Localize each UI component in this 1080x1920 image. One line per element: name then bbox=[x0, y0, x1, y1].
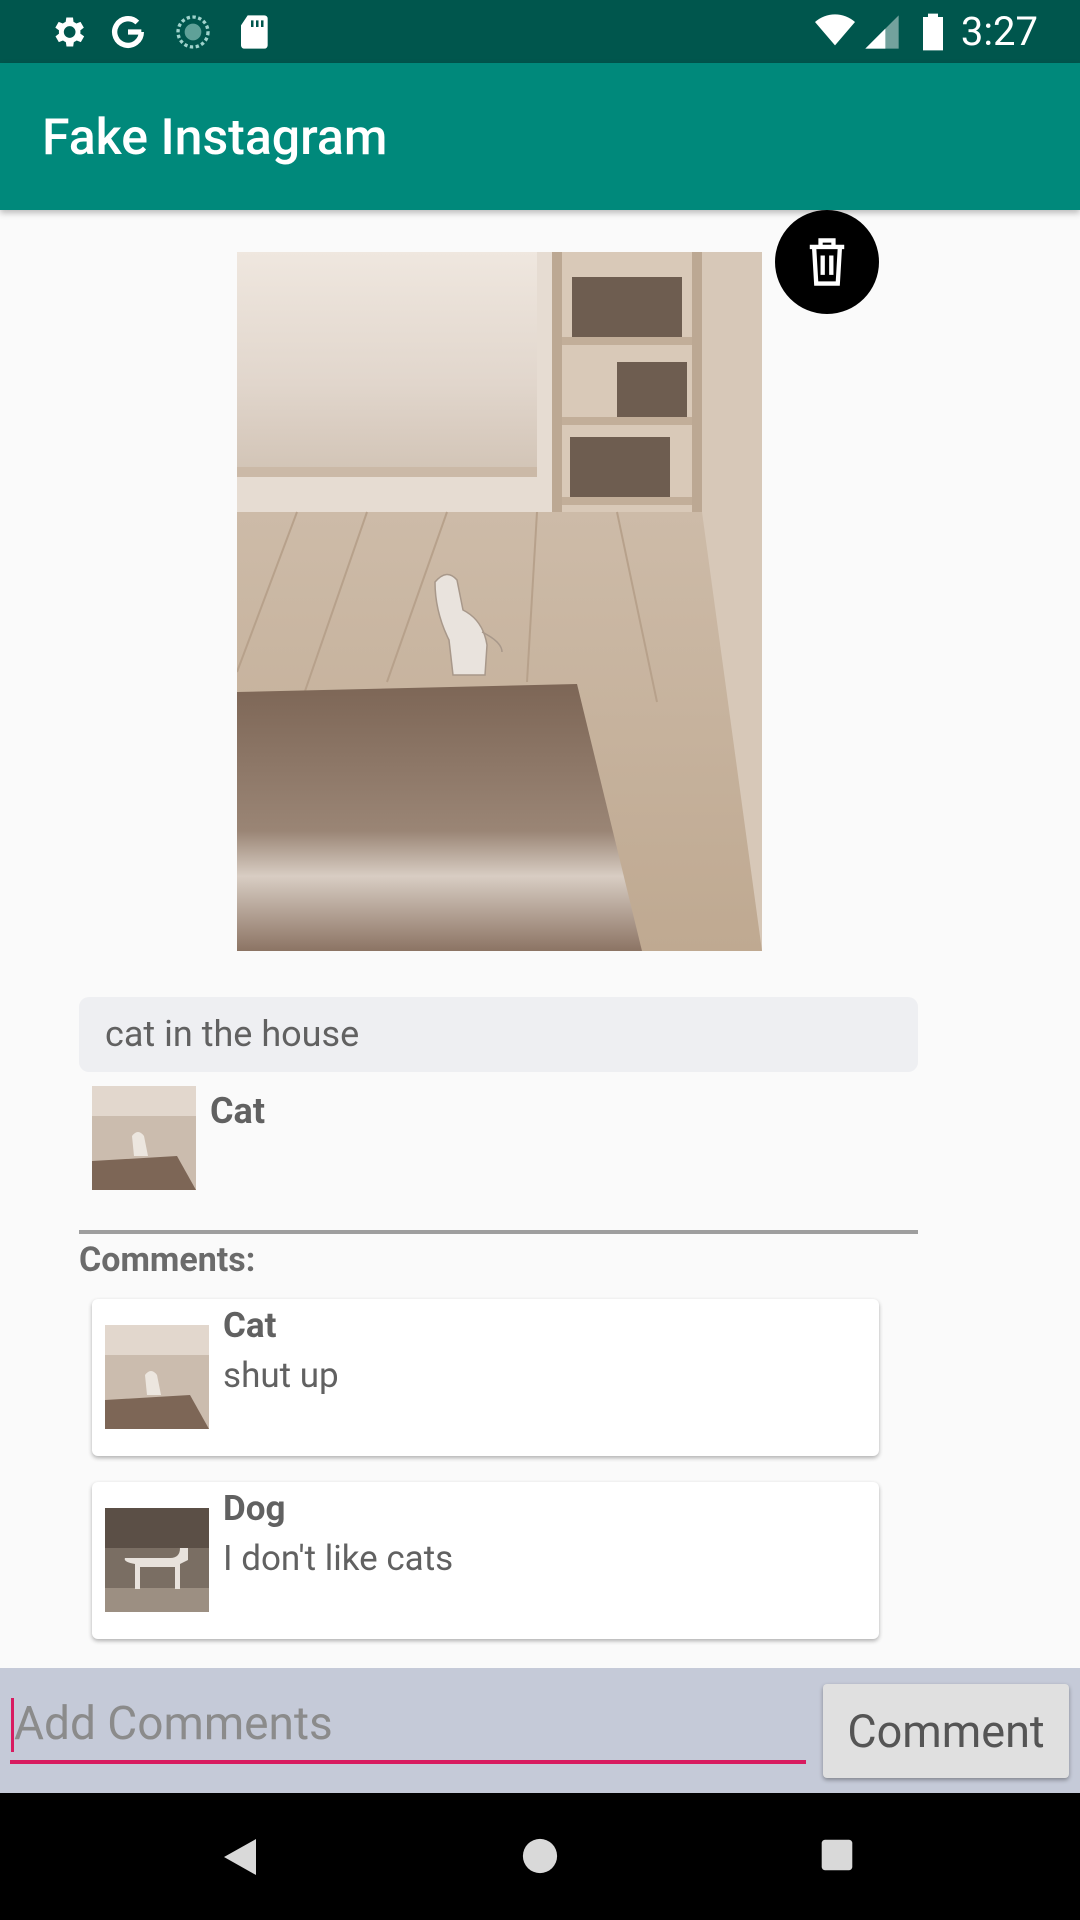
add-comment-input[interactable] bbox=[10, 1688, 806, 1764]
sd-card-icon bbox=[241, 15, 268, 49]
post-author-name: Cat bbox=[210, 1090, 266, 1132]
divider bbox=[79, 1230, 918, 1234]
post-caption: cat in the house bbox=[79, 997, 918, 1072]
comment-text: shut up bbox=[223, 1355, 339, 1396]
signal-icon bbox=[865, 15, 899, 49]
recents-icon[interactable] bbox=[820, 1838, 854, 1872]
wifi-icon bbox=[815, 14, 855, 46]
comment-card: Dog I don't like cats bbox=[92, 1482, 879, 1639]
clock: 3:27 bbox=[960, 8, 1038, 55]
commenter-name: Dog bbox=[223, 1488, 286, 1529]
home-icon[interactable] bbox=[521, 1837, 559, 1875]
back-icon[interactable] bbox=[222, 1837, 258, 1877]
comments-label: Comments: bbox=[79, 1240, 256, 1280]
post-image bbox=[237, 252, 762, 951]
comment-input-bar: Comment bbox=[0, 1668, 1080, 1793]
comment-card: Cat shut up bbox=[92, 1299, 879, 1456]
status-bar: 3:27 bbox=[0, 0, 1080, 63]
comment-text: I don't like cats bbox=[223, 1538, 454, 1579]
author-avatar bbox=[92, 1086, 196, 1190]
app-title: Fake Instagram bbox=[42, 109, 388, 167]
cat-room-illustration bbox=[237, 252, 762, 951]
sync-icon bbox=[176, 15, 210, 49]
navigation-bar bbox=[0, 1793, 1080, 1920]
text-cursor bbox=[11, 1698, 14, 1752]
commenter-avatar bbox=[105, 1508, 209, 1612]
google-icon bbox=[112, 16, 144, 49]
commenter-name: Cat bbox=[223, 1305, 277, 1346]
settings-icon bbox=[55, 17, 85, 47]
commenter-avatar bbox=[105, 1325, 209, 1429]
comment-button[interactable]: Comment bbox=[823, 1684, 1069, 1778]
delete-post-button[interactable] bbox=[775, 210, 879, 314]
trash-icon bbox=[809, 238, 845, 286]
app-bar: Fake Instagram bbox=[0, 63, 1080, 210]
battery-icon bbox=[923, 13, 943, 51]
